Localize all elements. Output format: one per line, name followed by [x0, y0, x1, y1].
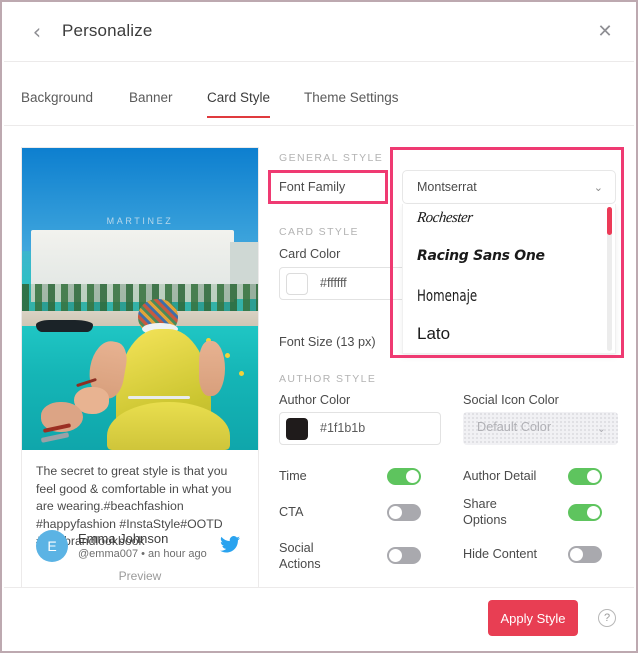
author-meta: @emma007 • an hour ago: [78, 548, 207, 560]
tab-bar: Background Banner Card Style Theme Setti…: [4, 62, 634, 126]
page-title: Personalize: [62, 21, 153, 40]
author-color-value: #1f1b1b: [320, 421, 366, 435]
author-style-heading: AUTHOR STYLE: [279, 373, 377, 385]
toggle-label-share-options: Share Options: [463, 497, 507, 527]
author-name: Emma Johnson: [78, 531, 169, 546]
font-family-selected-value: Montserrat: [417, 180, 477, 194]
toggle-label-author-detail: Author Detail: [463, 469, 537, 483]
general-style-heading: GENERAL STYLE: [279, 152, 384, 164]
tab-card-style[interactable]: Card Style: [207, 90, 271, 118]
card-style-heading: CARD STYLE: [279, 226, 359, 238]
dialog-footer: Apply Style ?: [4, 587, 634, 649]
card-color-value: #ffffff: [320, 276, 347, 290]
apply-style-button[interactable]: Apply Style: [488, 600, 578, 636]
tab-banner[interactable]: Banner: [129, 90, 173, 117]
font-size-label: Font Size (13 px): [279, 335, 376, 349]
card-preview: MARTINEZ The secret to great style is th…: [21, 147, 259, 595]
toggle-social-actions[interactable]: [387, 547, 421, 564]
font-family-option-list: Rochester Racing Sans One Homenaje Lato: [402, 204, 616, 354]
twitter-icon: [220, 536, 240, 553]
toggle-label-social-actions: Social Actions: [279, 541, 321, 571]
question-mark-icon[interactable]: ?: [598, 609, 616, 627]
tab-theme-settings[interactable]: Theme Settings: [304, 90, 399, 117]
social-icon-color-select[interactable]: Default Color ⌄: [463, 412, 618, 445]
toggle-share-options[interactable]: [568, 504, 602, 521]
font-family-dropdown[interactable]: Montserrat ⌄ Rochester Racing Sans One H…: [402, 170, 616, 354]
chevron-down-icon: ⌄: [596, 423, 606, 435]
author-color-label: Author Color: [279, 393, 351, 407]
card-color-swatch[interactable]: [286, 273, 308, 295]
toggle-author-detail[interactable]: [568, 468, 602, 485]
toggle-knob: [389, 506, 402, 519]
photo-dress-belt: [128, 395, 190, 399]
author-color-input[interactable]: #1f1b1b: [279, 412, 441, 445]
photo-hotel-sign: MARTINEZ: [106, 215, 174, 226]
author-color-swatch[interactable]: [286, 418, 308, 440]
social-icon-color-value: Default Color: [477, 420, 552, 434]
toggle-label-time: Time: [279, 469, 307, 483]
toggle-label-hide-content: Hide Content: [463, 547, 538, 561]
font-option-homenaje[interactable]: Homenaje: [417, 286, 477, 305]
avatar: E: [36, 530, 68, 562]
card-author-row: E Emma Johnson @emma007 • an hour ago: [36, 530, 246, 570]
font-family-label: Font Family: [279, 180, 346, 194]
toggle-knob: [389, 549, 402, 562]
preview-label: Preview: [118, 569, 162, 583]
card-color-label: Card Color: [279, 247, 341, 261]
toggle-hide-content[interactable]: [568, 546, 602, 563]
personalize-dialog: ‹ Personalize ✕ Background Banner Card S…: [0, 0, 638, 653]
toggle-knob: [406, 470, 419, 483]
toggle-knob: [587, 470, 600, 483]
toggle-knob: [570, 548, 583, 561]
card-photo: MARTINEZ: [22, 148, 258, 450]
dialog-header: ‹ Personalize ✕: [4, 4, 634, 62]
font-option-racing-sans-one[interactable]: Racing Sans One: [417, 248, 545, 264]
social-icon-color-label: Social Icon Color: [463, 393, 559, 407]
toggle-time[interactable]: [387, 468, 421, 485]
font-family-select[interactable]: Montserrat ⌄: [402, 170, 616, 204]
chevron-down-icon: ⌄: [593, 182, 603, 194]
tab-background[interactable]: Background: [21, 90, 93, 117]
toggle-label-cta: CTA: [279, 505, 304, 519]
back-chevron-icon[interactable]: ‹: [26, 21, 48, 43]
photo-boat: [36, 320, 93, 333]
font-option-lato[interactable]: Lato: [417, 324, 450, 344]
font-option-rochester[interactable]: Rochester: [416, 210, 473, 227]
close-icon[interactable]: ✕: [594, 21, 616, 43]
toggle-knob: [587, 506, 600, 519]
toggle-cta[interactable]: [387, 504, 421, 521]
dropdown-scrollbar-thumb[interactable]: [607, 207, 612, 235]
photo-woman-right-arm: [199, 341, 225, 396]
